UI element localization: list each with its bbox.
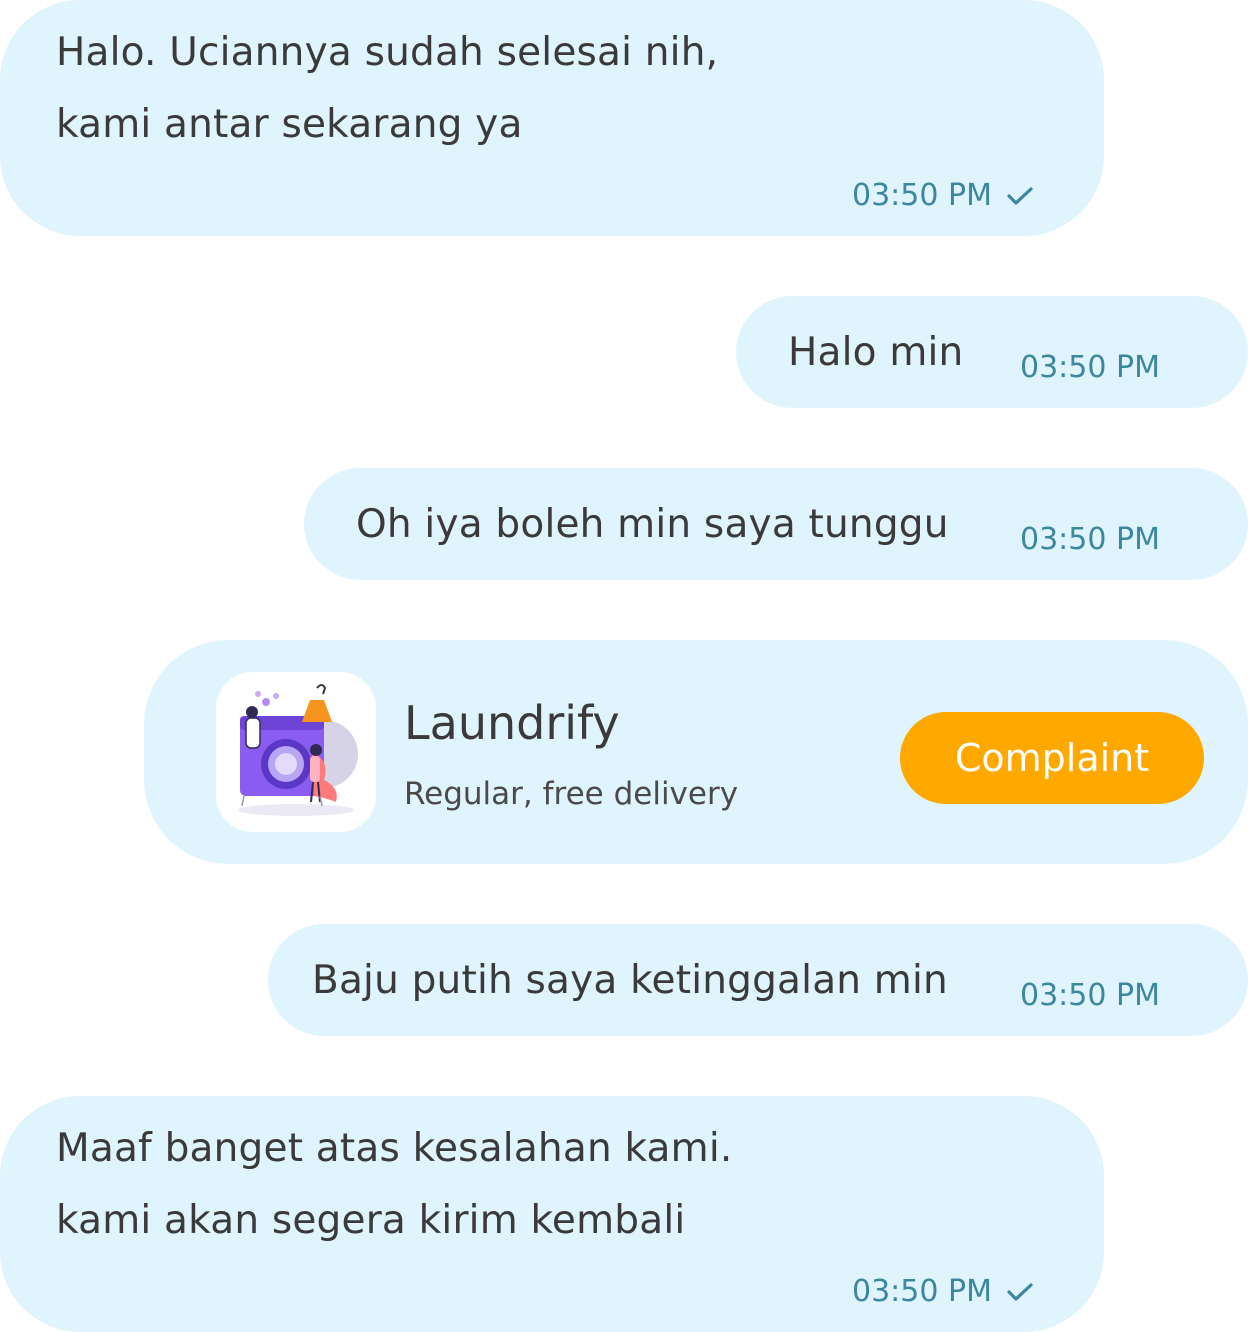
complaint-button[interactable]: Complaint: [900, 712, 1204, 804]
message-timestamp: 03:50 PM: [852, 178, 992, 213]
message-bubble-incoming: Maaf banget atas kesalahan kami. kami ak…: [0, 1096, 1104, 1332]
message-timestamp: 03:50 PM: [1020, 978, 1160, 1013]
check-icon: [1007, 187, 1033, 205]
message-text-line: kami antar sekarang ya: [56, 102, 523, 147]
message-bubble-outgoing: Baju putih saya ketinggalan min 03:50 PM: [268, 924, 1248, 1036]
message-bubble-incoming: Halo. Uciannya sudah selesai nih, kami a…: [0, 0, 1104, 236]
service-subtitle: Regular, free delivery: [404, 776, 739, 812]
message-text: Oh iya boleh min saya tunggu: [356, 502, 949, 547]
service-title: Laundrify: [404, 696, 620, 750]
message-text-line: Maaf banget atas kesalahan kami.: [56, 1126, 733, 1171]
message-timestamp: 03:50 PM: [1020, 522, 1160, 557]
message-text-line: kami akan segera kirim kembali: [56, 1198, 686, 1243]
order-card: Laundrify Regular, free delivery Complai…: [144, 640, 1248, 864]
message-bubble-outgoing: Oh iya boleh min saya tunggu 03:50 PM: [304, 468, 1248, 580]
message-timestamp: 03:50 PM: [852, 1274, 992, 1309]
message-bubble-outgoing: Halo min 03:50 PM: [736, 296, 1248, 408]
message-text-line: Halo. Uciannya sudah selesai nih,: [56, 30, 719, 75]
message-timestamp: 03:50 PM: [1020, 350, 1160, 385]
message-text: Baju putih saya ketinggalan min: [312, 958, 948, 1003]
message-text: Halo min: [788, 330, 964, 375]
laundry-machine-illustration: [216, 672, 376, 832]
check-icon: [1007, 1283, 1033, 1301]
